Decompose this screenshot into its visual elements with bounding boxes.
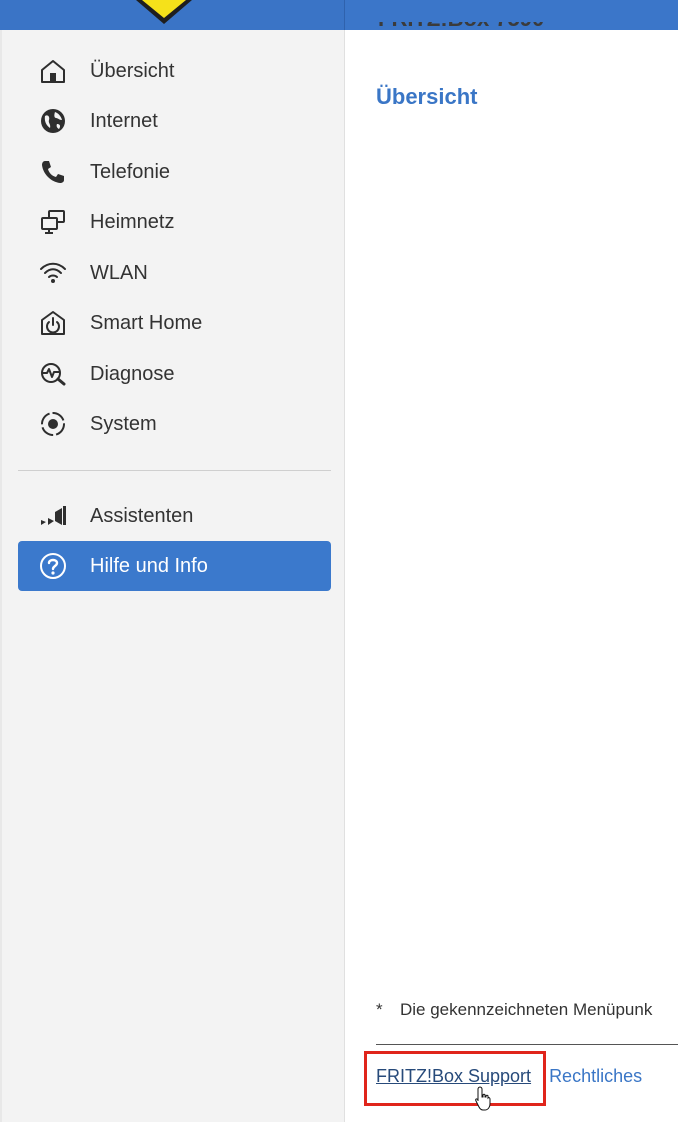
footnote-text: Die gekennzeichneten Menüpunk xyxy=(400,1000,653,1019)
sidebar-item-label: Assistenten xyxy=(90,505,194,527)
sidebar-item-label: WLAN xyxy=(90,262,148,284)
sidebar-item-hilfe-und-info[interactable]: Hilfe und Info xyxy=(18,541,331,591)
sidebar-item-wlan[interactable]: WLAN xyxy=(18,248,331,298)
wizard-icon xyxy=(38,503,68,529)
sidebar: Übersicht Internet Telefonie Heimnetz WL… xyxy=(0,30,345,1122)
phone-icon xyxy=(38,159,68,185)
sidebar-item-assistenten[interactable]: Assistenten xyxy=(18,491,331,541)
sidebar-item-diagnose[interactable]: Diagnose xyxy=(18,349,331,399)
sidebar-item-telefonie[interactable]: Telefonie xyxy=(18,147,331,197)
footnote: * Die gekennzeichneten Menüpunk xyxy=(376,1000,652,1020)
fritz-logo-icon[interactable] xyxy=(132,0,196,24)
rechtliches-link[interactable]: Rechtliches xyxy=(549,1066,642,1086)
sidebar-item-label: Diagnose xyxy=(90,363,175,385)
diagnose-icon xyxy=(38,361,68,387)
sidebar-item-smart-home[interactable]: Smart Home xyxy=(18,298,331,348)
sidebar-item-label: Internet xyxy=(90,110,158,132)
sidebar-item-internet[interactable]: Internet xyxy=(18,96,331,146)
system-icon xyxy=(38,411,68,437)
sidebar-item-label: System xyxy=(90,413,157,435)
sidebar-divider xyxy=(18,470,331,471)
network-icon xyxy=(38,209,68,235)
sidebar-item-label: Hilfe und Info xyxy=(90,555,208,577)
page-title: Übersicht xyxy=(376,84,478,109)
sidebar-item-system[interactable]: System xyxy=(18,399,331,449)
hand-cursor-icon xyxy=(475,1086,491,1111)
sidebar-item-uebersicht[interactable]: Übersicht xyxy=(18,46,331,96)
help-icon xyxy=(38,553,68,579)
sidebar-item-label: Telefonie xyxy=(90,161,171,183)
globe-icon xyxy=(38,108,68,134)
sidebar-item-label: Smart Home xyxy=(90,312,203,334)
content-title: FRITZ!Box 7590 xyxy=(378,22,578,30)
sidebar-item-label: Heimnetz xyxy=(90,211,175,233)
smart-home-icon xyxy=(38,310,68,336)
footnote-star: * xyxy=(376,1000,383,1019)
sidebar-item-heimnetz[interactable]: Heimnetz xyxy=(18,197,331,247)
sidebar-item-label: Übersicht xyxy=(90,60,175,82)
highlight-box xyxy=(364,1051,546,1106)
home-icon xyxy=(38,58,68,84)
wifi-icon xyxy=(38,260,68,286)
footnote-divider xyxy=(376,1044,678,1045)
